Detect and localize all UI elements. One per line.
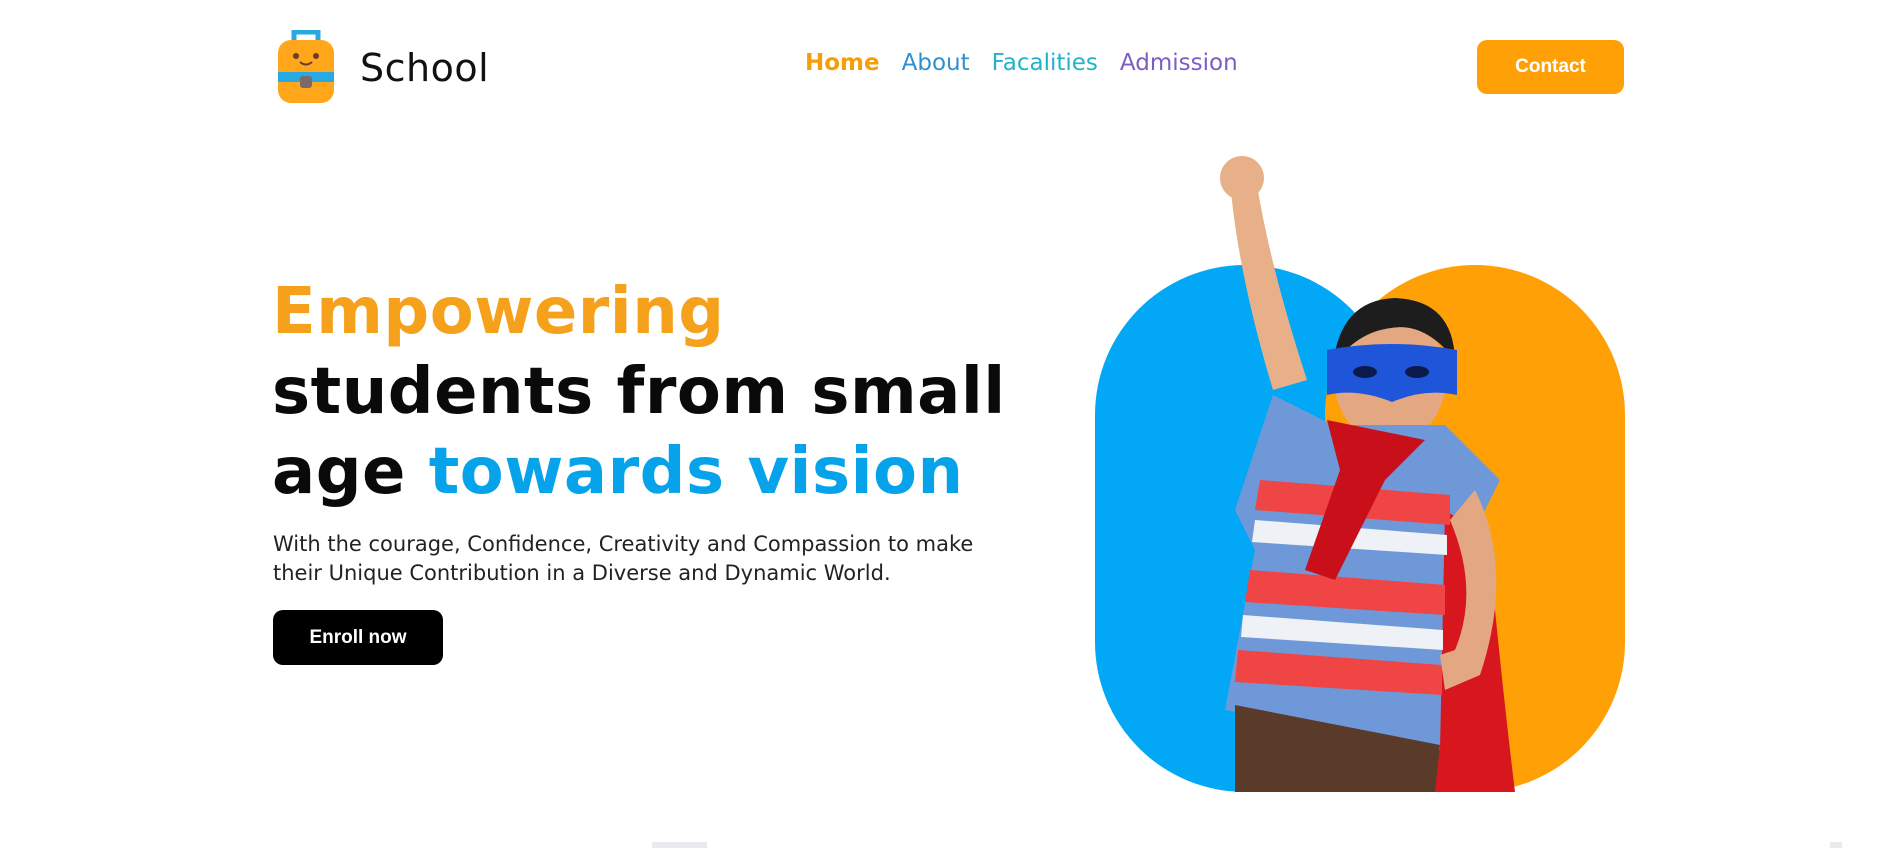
superhero-kid-illustration — [1095, 156, 1625, 792]
brand-logo[interactable]: School — [274, 30, 489, 105]
hero-title-highlight: Empowering — [272, 275, 725, 349]
hero-description-line2: their Unique Contribution in a Diverse a… — [273, 561, 891, 585]
fist — [1220, 156, 1264, 200]
nav-facilities[interactable]: Facalities — [992, 50, 1098, 76]
nav-home[interactable]: Home — [805, 50, 880, 76]
nav-admission[interactable]: Admission — [1120, 50, 1238, 76]
nav-about[interactable]: About — [902, 50, 970, 76]
section-divider — [0, 842, 1882, 848]
site-header: School Home About Facalities Admission C… — [0, 0, 1882, 130]
brand-name: School — [360, 45, 490, 90]
main-nav: Home About Facalities Admission — [805, 50, 1238, 76]
hero-title: Empowering students from small age towar… — [272, 272, 1006, 512]
contact-button[interactable]: Contact — [1477, 40, 1624, 94]
enroll-now-button[interactable]: Enroll now — [273, 610, 443, 665]
hero-title-line2: students from small — [272, 355, 1006, 429]
hero-description: With the courage, Confidence, Creativity… — [273, 530, 993, 588]
backpack-icon — [278, 30, 334, 103]
hero-title-vision: towards vision — [428, 435, 964, 509]
hero-description-line1: With the courage, Confidence, Creativity… — [273, 532, 974, 556]
hero-title-line3a: age — [272, 435, 429, 509]
